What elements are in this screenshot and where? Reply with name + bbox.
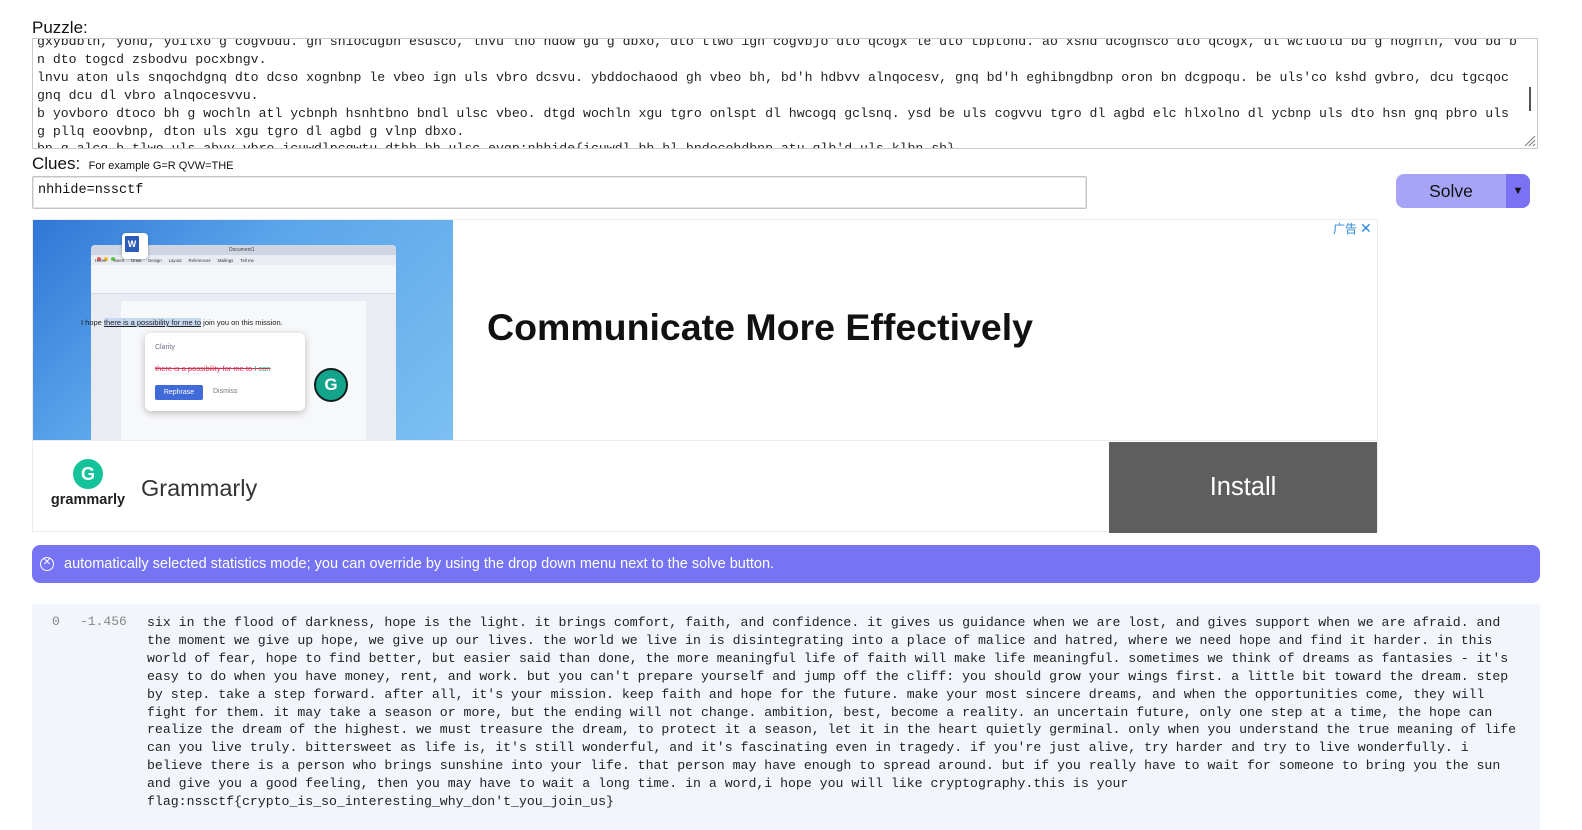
ad-ribbon-tabs: Home Insert Draw Design Layout References Mail… [95, 258, 261, 263]
ad-ribbon-tab: Design [148, 258, 162, 263]
result-plaintext: six in the flood of darkness, hope is th… [147, 615, 1525, 810]
puzzle-scrollbar[interactable] [1529, 87, 1531, 111]
clues-input[interactable]: nhhide=nssctf [32, 176, 1087, 209]
ad-ribbon-tab: Mailings [217, 258, 234, 263]
resize-grip-icon[interactable] [1522, 133, 1536, 147]
circle-x-icon[interactable]: ✕ [40, 557, 54, 571]
ad-doc-sentence: I hope there is a possibility for me to … [81, 318, 283, 327]
ad-doc-sentence-end: join you on this mission. [201, 318, 283, 327]
ad-suggestion-card: Clarity there is a possibility for me to… [145, 333, 305, 411]
ad-card-struck-text: there is a possibility for me to [155, 364, 253, 373]
mode-notice: ✕ automatically selected statistics mode… [32, 545, 1540, 583]
result-row: 0 -1.456 six in the flood of darkness, h… [32, 604, 1540, 830]
word-app-icon: W [122, 233, 148, 259]
ad-image[interactable]: Document1 Home Insert Draw Design Layout Refe… [33, 220, 453, 440]
ad-choices[interactable]: 广告 ✕ [1333, 220, 1372, 237]
notice-text: automatically selected statistics mode; … [64, 556, 775, 572]
grammarly-logo[interactable]: G grammarly [45, 459, 131, 515]
advertisement[interactable]: Document1 Home Insert Draw Design Layout Refe… [32, 219, 1378, 533]
ad-ribbon [91, 265, 396, 294]
triangle-down-icon[interactable]: ▼ [1506, 174, 1530, 208]
ad-headline[interactable]: Communicate More Effectively [487, 306, 1033, 349]
ad-doc-title: Document1 [229, 247, 255, 253]
ad-card-replacement: I can [254, 364, 271, 373]
ad-doc-sentence-highlight: there is a possibility for me to [103, 318, 202, 327]
install-button[interactable]: Install [1109, 442, 1377, 533]
clues-header: Clues: For example G=R QVW=THE [32, 154, 234, 174]
ad-ribbon-tab: Insert [113, 258, 125, 263]
grammarly-badge-icon: G [314, 368, 348, 402]
ad-ribbon-tab: References [188, 258, 211, 263]
clues-hint: For example G=R QVW=THE [88, 160, 234, 172]
ad-ribbon-tab: Home [95, 258, 107, 263]
ad-dismiss-button: Dismiss [213, 388, 238, 395]
puzzle-text: gxybdbln, yond, yoilxo g cogvbdu. gn shi… [37, 38, 1517, 149]
grammarly-logo-icon: G [73, 459, 103, 489]
close-icon[interactable]: ✕ [1360, 220, 1372, 236]
clues-label: Clues: [32, 154, 81, 173]
grammarly-logo-word: grammarly [50, 492, 126, 508]
ad-ribbon-tab: Layout [168, 258, 182, 263]
word-app-letter: W [125, 236, 139, 252]
ad-brand-name[interactable]: Grammarly [141, 475, 257, 502]
solve-button[interactable]: Solve ▼ [1396, 174, 1530, 208]
window-dots-icon [97, 248, 118, 266]
ad-footer: G grammarly Grammarly Install [33, 440, 1377, 533]
result-index: 0 [52, 614, 60, 629]
puzzle-textarea[interactable]: gxybdbln, yond, yoilxo g cogvbdu. gn shi… [32, 38, 1538, 149]
ad-ribbon-tab: Tell me [240, 258, 254, 263]
ad-card-suggestion: there is a possibility for me to I can [155, 364, 270, 373]
ad-label[interactable]: 广告 [1333, 222, 1357, 236]
ad-doc-sentence-start: I hope [81, 318, 104, 327]
puzzle-label: Puzzle: [32, 18, 88, 37]
solve-button-label: Solve [1429, 181, 1473, 201]
ad-card-clarity: Clarity [155, 344, 175, 351]
result-score: -1.456 [80, 614, 127, 629]
ad-rephrase-button: Rephrase [155, 385, 203, 400]
